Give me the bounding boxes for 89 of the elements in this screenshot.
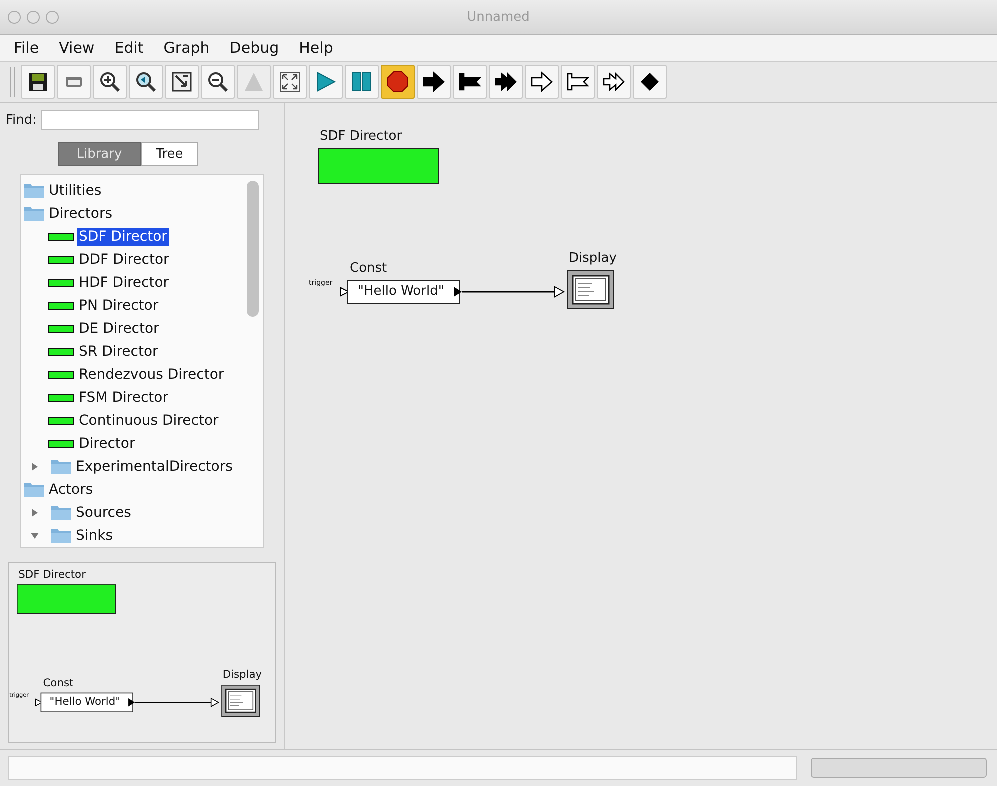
flag-arrow-icon (459, 71, 481, 93)
toolbar-button[interactable] (453, 65, 487, 99)
toolbar-button[interactable] (597, 65, 631, 99)
tree-item[interactable]: HDF Director (77, 274, 172, 292)
actor-label: Display (569, 251, 617, 266)
menu-item[interactable]: File (4, 39, 50, 57)
actor-label: Const (350, 261, 388, 276)
toolbar-button[interactable] (525, 65, 559, 99)
library-tab[interactable]: Tree (141, 142, 198, 166)
menu-item[interactable]: Debug (220, 39, 290, 57)
tree-item[interactable]: Actors (47, 480, 96, 498)
folder-icon (51, 459, 71, 474)
tree-item[interactable]: Sinks (74, 526, 116, 544)
director-block-icon (48, 278, 74, 286)
scrollbar-thumb[interactable] (247, 181, 259, 317)
flag-arrow-icon (567, 71, 589, 93)
menu-item[interactable]: Help (289, 39, 344, 57)
folder-icon (24, 206, 44, 221)
find-label: Find: (6, 112, 38, 128)
toolbar-button[interactable] (93, 65, 127, 99)
diamond-icon (639, 71, 661, 93)
director-label: SDF Director (320, 129, 402, 144)
magnifier-icon (135, 71, 157, 93)
toolbar-button[interactable] (381, 65, 415, 99)
director-label: SDF Director (18, 569, 86, 582)
pause-icon (351, 71, 373, 93)
display-actor-icon[interactable] (221, 684, 261, 718)
collapsed-arrow-icon[interactable] (31, 508, 39, 516)
tree-item[interactable]: Continuous Director (77, 412, 221, 430)
director-block-icon (48, 232, 74, 240)
director-block[interactable] (17, 584, 116, 614)
director-block-icon (48, 440, 74, 448)
actor-label: Display (222, 669, 262, 682)
director-block-icon (48, 348, 74, 356)
tree-item[interactable]: ExperimentalDirectors (74, 458, 235, 476)
menu-item[interactable]: Edit (104, 39, 154, 57)
const-actor[interactable]: "Hello World" (40, 692, 134, 712)
menu-item[interactable]: View (49, 39, 105, 57)
find-field[interactable] (41, 110, 260, 130)
director-block-icon (48, 302, 74, 310)
toolbar-button[interactable] (165, 65, 199, 99)
director-block[interactable] (318, 148, 439, 184)
director-block-icon (48, 370, 74, 378)
tree-item[interactable]: Rendezvous Director (77, 366, 226, 384)
tree-item[interactable]: Sources (74, 504, 134, 522)
right-arrow-icon (423, 71, 445, 93)
tree-item[interactable]: SDF Director (77, 228, 170, 246)
tree-item[interactable]: DDF Director (77, 250, 172, 268)
toolbar-button[interactable] (273, 65, 307, 99)
folder-icon (51, 528, 71, 543)
tree-item[interactable]: PN Director (77, 296, 161, 314)
folder-icon (24, 482, 44, 497)
toolbar-button[interactable] (201, 65, 235, 99)
expanded-arrow-icon[interactable] (31, 532, 39, 540)
stop-icon (387, 71, 409, 93)
input-port-icon (340, 287, 350, 297)
window-title: Unnamed (467, 10, 530, 24)
toolbar-button[interactable] (21, 65, 55, 99)
toolbar-button[interactable] (561, 65, 595, 99)
collapsed-arrow-icon[interactable] (31, 462, 39, 470)
triangle-icon (243, 71, 265, 93)
tree-item[interactable]: Director (77, 434, 138, 452)
play-icon (315, 71, 337, 93)
cross-arrow-icon (603, 71, 625, 93)
const-actor[interactable]: "Hello World" (347, 280, 460, 304)
tree-item[interactable]: FSM Director (77, 388, 170, 406)
folder-icon (24, 183, 44, 198)
actor-label: Const (43, 677, 74, 690)
tree-item[interactable]: Directors (47, 204, 115, 222)
menu-item[interactable]: Graph (154, 39, 220, 57)
cross-arrow-icon (495, 71, 517, 93)
director-block-icon (48, 394, 74, 402)
folder-icon (51, 505, 71, 520)
expand-icon (279, 71, 301, 93)
right-arrow-icon (531, 71, 553, 93)
tree-item[interactable]: DE Director (77, 320, 162, 338)
toolbar-button[interactable] (633, 65, 667, 99)
zoom-out-icon (207, 71, 229, 93)
director-block-icon (48, 324, 74, 332)
zoom-in-icon (99, 71, 121, 93)
display-actor-icon[interactable] (567, 270, 615, 310)
toolbar-button[interactable] (417, 65, 451, 99)
fit-icon (171, 71, 193, 93)
director-block-icon (48, 256, 74, 264)
tree-item[interactable]: SR Director (77, 342, 160, 360)
tree-item[interactable]: Utilities (47, 182, 104, 200)
toolbar-button[interactable] (129, 65, 163, 99)
director-block-icon (48, 416, 74, 424)
toolbar-button[interactable] (489, 65, 523, 99)
